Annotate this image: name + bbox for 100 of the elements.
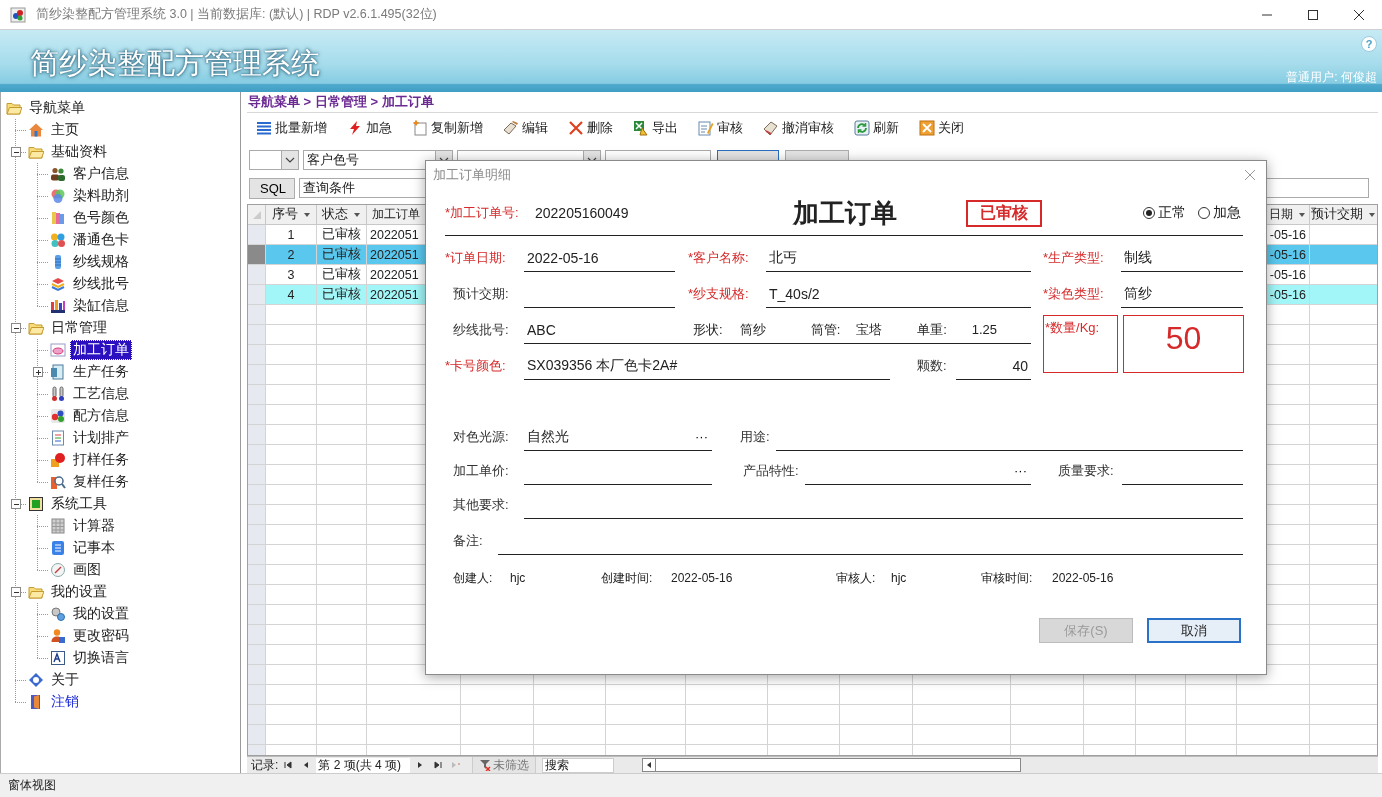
toolbar-button[interactable]: 导出: [628, 115, 683, 141]
text-field[interactable]: 2022-05-16: [524, 244, 675, 272]
sql-button[interactable]: SQL: [249, 177, 295, 199]
tree-item[interactable]: 工艺信息: [70, 384, 132, 404]
tree-item[interactable]: 注销: [48, 692, 82, 712]
tree-item[interactable]: 更改密码: [70, 626, 132, 646]
search-field[interactable]: 搜索: [542, 757, 615, 773]
text-field[interactable]: SX039356 本厂色卡2A#: [524, 352, 890, 380]
field-label: 产品特性:: [742, 462, 800, 480]
meta-value: 2022-05-16: [1052, 571, 1115, 585]
tree-item[interactable]: 加工订单: [70, 340, 132, 360]
expand-toggle[interactable]: [33, 367, 43, 377]
field-label: 纱线批号:: [452, 321, 510, 339]
thermometer-icon: [50, 386, 66, 402]
text-field[interactable]: 筒纱: [1121, 280, 1243, 308]
meta-label: 审核时间:: [981, 569, 1034, 587]
field-label: *数量/Kg:: [1043, 315, 1118, 373]
new-record-icon: [451, 760, 462, 770]
tree-item[interactable]: 日常管理: [48, 318, 110, 338]
tree-item[interactable]: 主页: [48, 120, 82, 140]
toolbar-button[interactable]: 批量新增: [251, 115, 332, 141]
expand-toggle[interactable]: [11, 499, 21, 509]
dial-icon: [50, 562, 66, 578]
column-header[interactable]: 预计交期: [1310, 205, 1377, 225]
field-label: 备注:: [452, 532, 484, 550]
field-value: 筒纱: [740, 320, 768, 339]
expand-toggle[interactable]: [11, 147, 21, 157]
text-field[interactable]: 制线: [1121, 244, 1243, 272]
tree-item[interactable]: 生产任务: [70, 362, 132, 382]
color-swatch-icon: [50, 210, 66, 226]
spreadsheet-icon: [633, 120, 649, 136]
breadcrumb: 导航菜单 > 日常管理 > 加工订单: [247, 93, 435, 111]
person-icon: [50, 628, 66, 644]
tree-item[interactable]: 客户信息: [70, 164, 132, 184]
folder-icon: [28, 584, 44, 600]
browse-button[interactable]: ···: [693, 429, 710, 444]
tree-item[interactable]: 配方信息: [70, 406, 132, 426]
tree-item[interactable]: 计划排产: [70, 428, 132, 448]
magnifier-icon: [50, 474, 66, 490]
corner-icon: [251, 209, 262, 220]
dropdown[interactable]: 客户色号: [303, 150, 453, 170]
document-pen-icon: [698, 120, 714, 136]
radio-option[interactable]: 正常: [1143, 204, 1186, 222]
tree-item[interactable]: 画图: [70, 560, 104, 580]
tree-item[interactable]: 染料助剂: [70, 186, 132, 206]
tree-item[interactable]: 基础资料: [48, 142, 110, 162]
molecule-icon: [50, 408, 66, 424]
tree-item[interactable]: 我的设置: [70, 604, 132, 624]
dialog-button[interactable]: 取消: [1147, 618, 1241, 643]
expand-toggle[interactable]: [11, 323, 21, 333]
quantity-field[interactable]: 50: [1123, 315, 1244, 373]
tree-item[interactable]: 纱线规格: [70, 252, 132, 272]
toolbar-button[interactable]: 编辑: [498, 115, 553, 141]
text-field[interactable]: T_40s/2: [766, 280, 1031, 308]
meta-label: 创建人:: [453, 569, 494, 587]
tree-item[interactable]: 切换语言: [70, 648, 132, 668]
window-title: 简纱染整配方管理系统 3.0 | 当前数据库: (默认) | RDP v2.6.1.495(32位): [36, 6, 437, 23]
record-position-field[interactable]: 第 2 项(共 4 项): [316, 757, 411, 773]
tree-item[interactable]: 我的设置: [48, 582, 110, 602]
filter-toggle[interactable]: 未筛选: [472, 757, 537, 773]
toolbar-button[interactable]: 刷新: [849, 115, 904, 141]
field-label: 其他要求:: [452, 496, 510, 514]
toolbar-button[interactable]: 审核: [693, 115, 748, 141]
close-button[interactable]: [1244, 169, 1256, 181]
maximize-icon: [1308, 9, 1318, 20]
tree-item[interactable]: 计算器: [70, 516, 118, 536]
close-icon: [1244, 169, 1256, 181]
tree-item[interactable]: 潘通色卡: [70, 230, 132, 250]
tree-item[interactable]: 打样任务: [70, 450, 132, 470]
toolbar-button[interactable]: 撤消审核: [758, 115, 839, 141]
tree-item[interactable]: 染缸信息: [70, 296, 132, 316]
tree-item[interactable]: 色号颜色: [70, 208, 132, 228]
pen-icon: [503, 120, 519, 136]
tree-item[interactable]: 关于: [48, 670, 82, 690]
text-field[interactable]: 40: [956, 352, 1031, 380]
toolbar-button[interactable]: 复制新增: [407, 115, 488, 141]
app-title: 简纱染整配方管理系统: [30, 46, 320, 81]
column-header[interactable]: 序号: [266, 205, 317, 225]
toolbar-button[interactable]: 删除: [563, 115, 618, 141]
tree-item[interactable]: 导航菜单: [26, 98, 88, 118]
text-field[interactable]: ···: [805, 457, 1031, 485]
list-icon: [256, 120, 272, 136]
user-label: 普通用户: 何俊超: [1286, 69, 1377, 86]
document-plus-icon: [412, 120, 428, 136]
toolbar-button[interactable]: 关闭: [914, 115, 969, 141]
meta-value: hjc: [510, 571, 527, 585]
expand-toggle[interactable]: [11, 587, 21, 597]
toolbar-button[interactable]: 加急: [342, 115, 397, 141]
column-header[interactable]: 状态: [317, 205, 367, 225]
text-field[interactable]: ABC: [524, 321, 694, 338]
text-field[interactable]: 北丐: [766, 244, 1031, 272]
tree-item[interactable]: 系统工具: [48, 494, 110, 514]
meta-label: 创建时间:: [601, 569, 654, 587]
cross-icon: [568, 120, 584, 136]
browse-button[interactable]: ···: [1012, 463, 1029, 478]
horizontal-scrollbar[interactable]: [642, 758, 1022, 772]
text-field[interactable]: 自然光 ···: [524, 423, 712, 451]
tree-item[interactable]: 纱线批号: [70, 274, 132, 294]
tree-item[interactable]: 记事本: [70, 538, 118, 558]
tree-item[interactable]: 复样任务: [70, 472, 132, 492]
